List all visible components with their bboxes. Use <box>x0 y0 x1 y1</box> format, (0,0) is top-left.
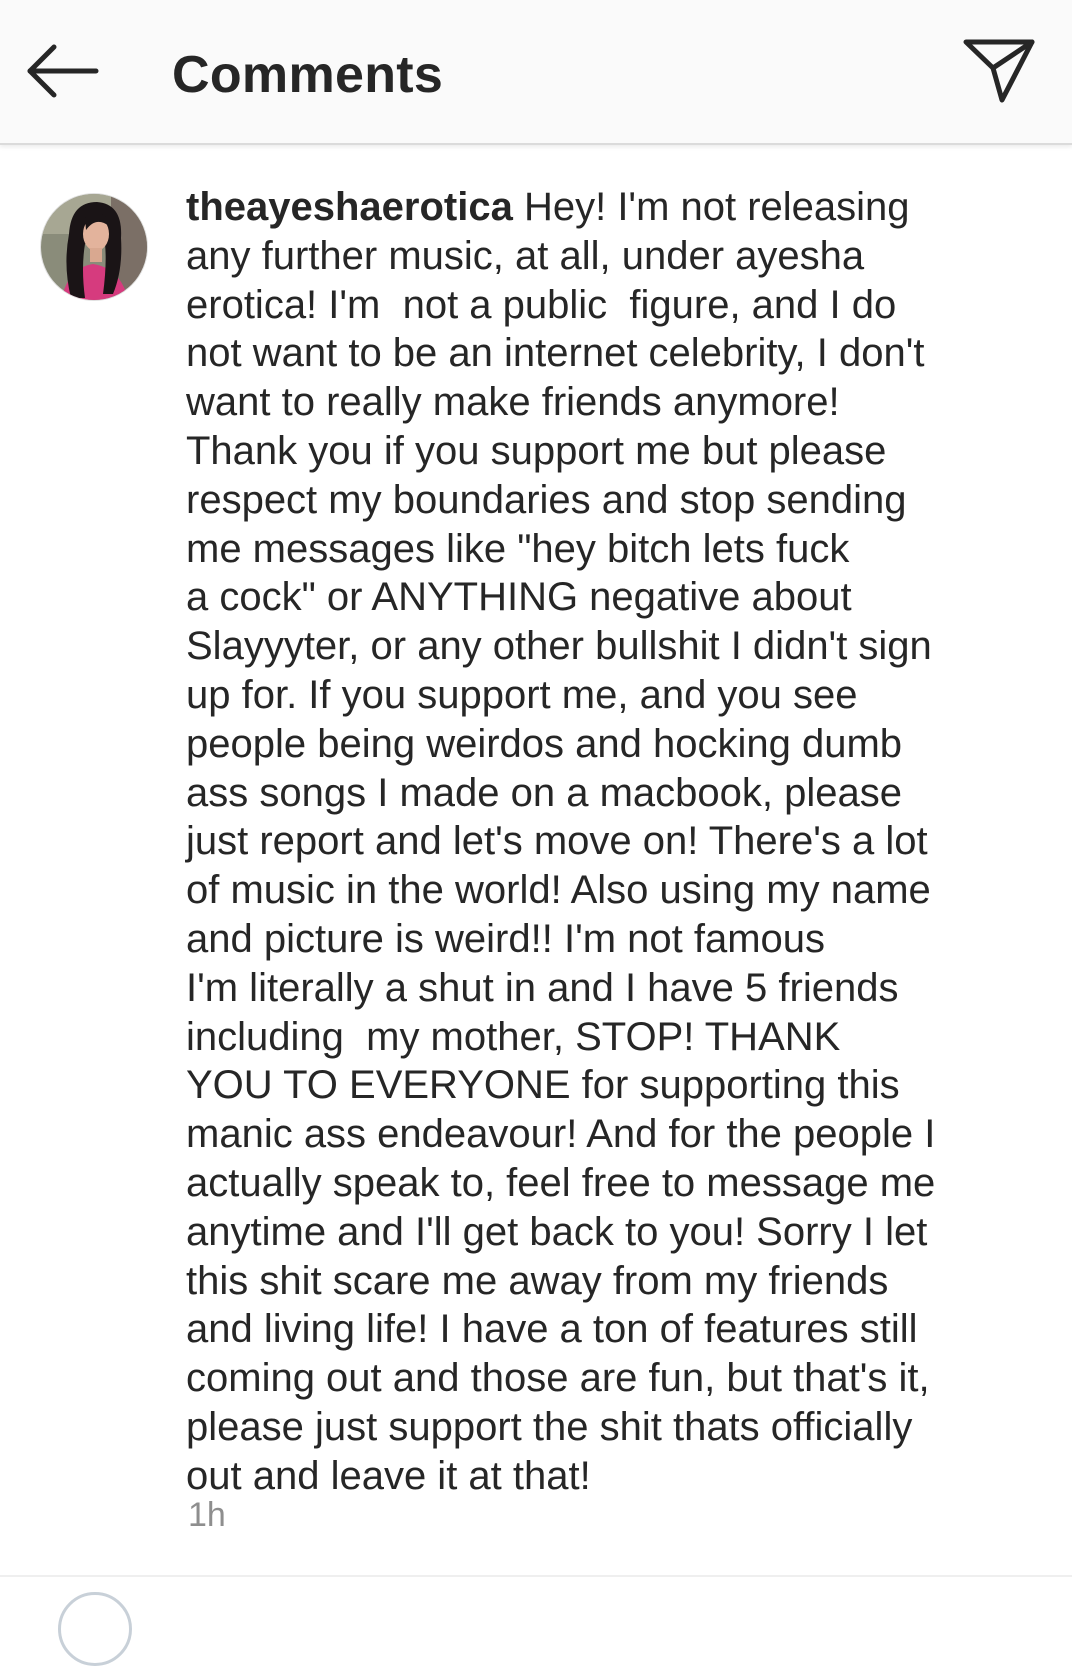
comment-line: Slayyyter, or any other bullshit I didn'… <box>186 624 932 669</box>
direct-send-icon <box>963 39 1035 103</box>
comment-line: respect my boundaries and stop sending <box>186 477 907 522</box>
comment-line: Hey! I'm not releasing <box>512 185 910 229</box>
avatar[interactable] <box>40 193 148 301</box>
comment-divider <box>0 1575 1072 1577</box>
comment-line: anytime and I'll get back to you! Sorry … <box>186 1209 928 1254</box>
comment-line: people being weirdos and hocking dumb <box>186 721 903 766</box>
comment-line: me messages like "hey bitch lets fuck <box>186 526 850 571</box>
comments-header: Comments <box>0 0 1072 145</box>
comment-line: not want to be an internet celebrity, I … <box>186 331 925 376</box>
arrow-left-icon <box>27 44 99 98</box>
comment-line: ass songs I made on a macbook, please <box>186 770 902 815</box>
next-comment-avatar[interactable] <box>58 1592 132 1666</box>
comment-timestamp: 1h <box>188 1496 226 1534</box>
comment-line: and picture is weird!! I'm not famous <box>186 916 826 961</box>
comment-line: out and leave it at that! <box>186 1453 591 1498</box>
comment-line: and living life! I have a ton of feature… <box>186 1307 918 1352</box>
back-button[interactable] <box>24 38 104 108</box>
comment-line: Thank you if you support me but please <box>186 428 887 473</box>
comment-line: including my mother, STOP! THANK <box>186 1014 841 1059</box>
comment-line: actually speak to, feel free to message … <box>186 1160 936 1205</box>
comment-text: theayeshaerotica Hey! I'm not releasing … <box>186 183 986 1501</box>
comment-line: any further music, at all, under ayesha <box>186 233 865 278</box>
comment-line: please just support the shit thats offic… <box>186 1404 913 1449</box>
share-button[interactable] <box>960 34 1038 108</box>
comment-line: a cock" or ANYTHING negative about <box>186 575 852 620</box>
comment-line: of music in the world! Also using my nam… <box>186 868 931 913</box>
comment-line: manic ass endeavour! And for the people … <box>186 1112 936 1157</box>
comment-line: YOU TO EVERYONE for supporting this <box>186 1063 900 1108</box>
comment-line: erotica! I'm not a public figure, and I … <box>186 282 897 327</box>
comment-line: up for. If you support me, and you see <box>186 672 858 717</box>
comment-line: this shit scare me away from my friends <box>186 1258 889 1303</box>
comment-username[interactable]: theayeshaerotica <box>186 185 513 229</box>
comment-line: coming out and those are fun, but that's… <box>186 1356 930 1401</box>
comment-line: I'm literally a shut in and I have 5 fri… <box>186 965 899 1010</box>
comment-line: want to really make friends anymore! <box>186 380 840 425</box>
profile-photo-icon <box>41 194 147 300</box>
comment-line: just report and let's move on! There's a… <box>186 819 928 864</box>
page-title: Comments <box>172 46 444 104</box>
